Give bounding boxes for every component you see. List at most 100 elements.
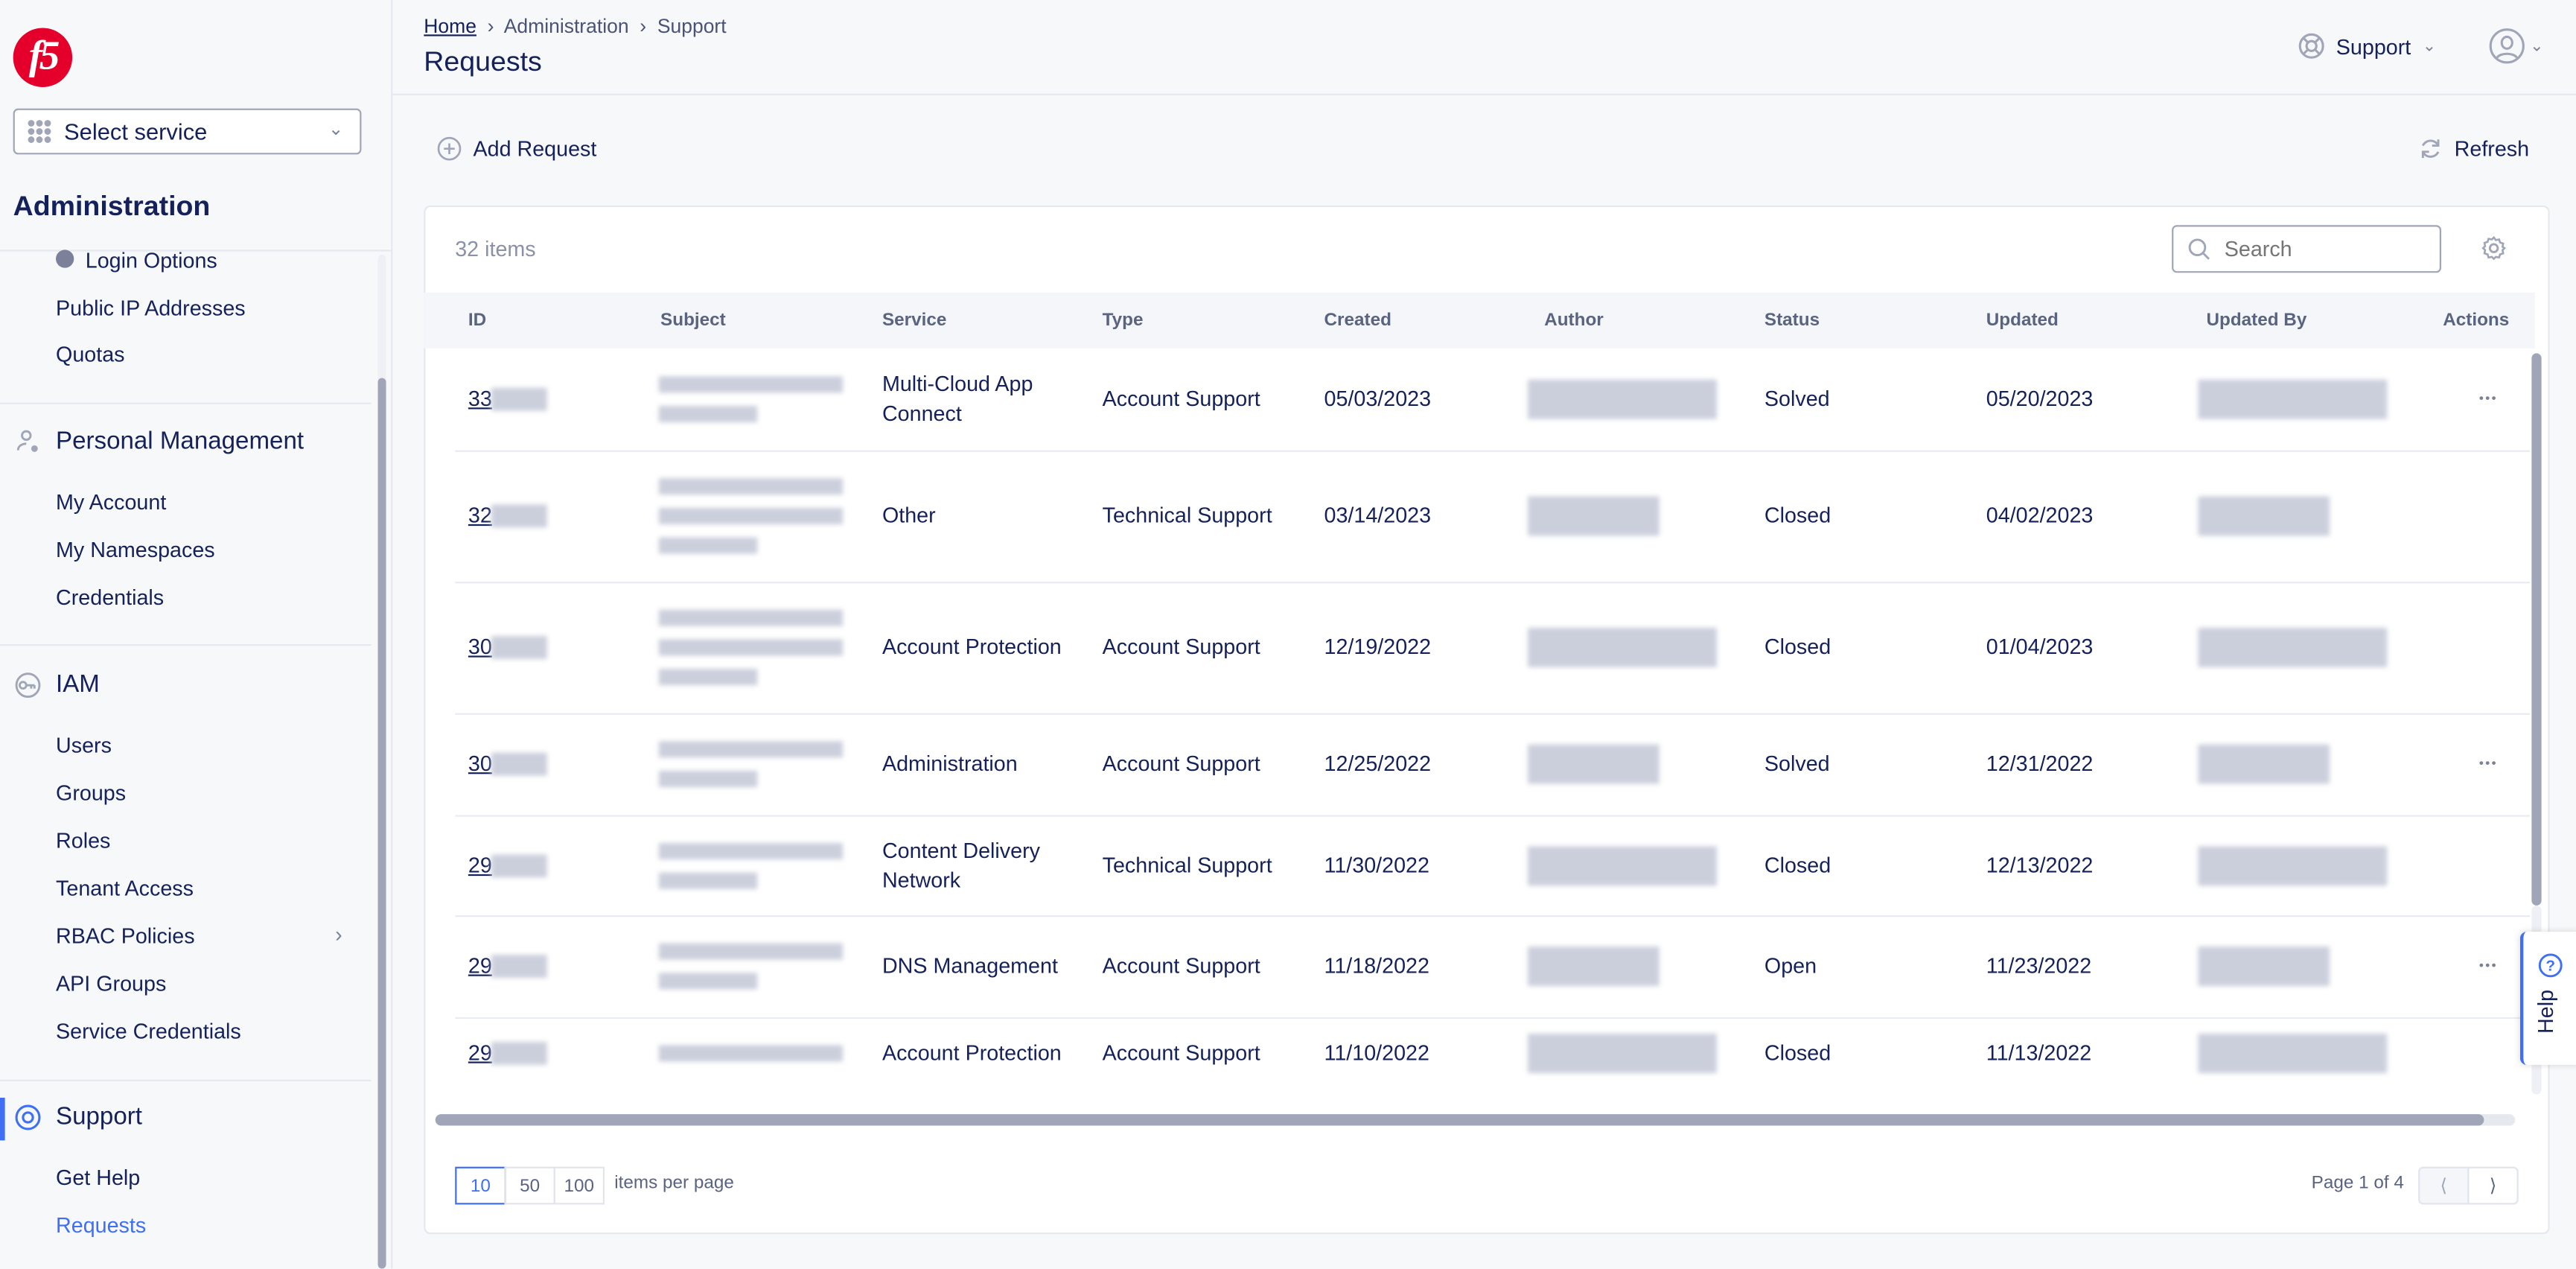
- sidebar-item-requests[interactable]: Requests: [56, 1212, 146, 1237]
- redacted-id: [491, 504, 547, 528]
- created-cell: 11/30/2022: [1324, 852, 1429, 877]
- sidebar-item-my-account[interactable]: My Account: [56, 490, 166, 515]
- page-size-50[interactable]: 50: [504, 1166, 555, 1205]
- prev-page-button[interactable]: ⟨: [2418, 1166, 2470, 1205]
- redacted-id: [491, 387, 547, 411]
- sidebar-item-quotas[interactable]: Quotas: [56, 342, 125, 366]
- request-id-link[interactable]: 33: [468, 384, 492, 414]
- sidebar-item-roles[interactable]: Roles: [56, 828, 110, 853]
- status-cell: Open: [1764, 952, 1817, 978]
- user-gear-icon: [15, 429, 41, 455]
- sidebar-item-get-help[interactable]: Get Help: [56, 1165, 140, 1189]
- sidebar-item-api-groups[interactable]: API Groups: [56, 971, 166, 996]
- created-cell: 11/18/2022: [1324, 952, 1429, 978]
- row-divider: [455, 713, 2531, 715]
- sidebar-item-rbac-policies[interactable]: RBAC Policies: [56, 923, 195, 948]
- redacted-subject: [658, 609, 843, 626]
- service-cell: Account Protection: [881, 634, 1062, 659]
- request-id-link[interactable]: 29: [468, 1037, 492, 1067]
- column-header-status[interactable]: Status: [1764, 311, 1820, 330]
- search-input-wrapper[interactable]: [2172, 225, 2442, 273]
- page-size-10[interactable]: 10: [455, 1166, 506, 1205]
- search-input[interactable]: [2221, 235, 2425, 264]
- chevron-right-icon: ⟩: [2489, 1176, 2497, 1197]
- user-menu[interactable]: ⌄: [2489, 28, 2544, 65]
- page-indicator: Page 1 of 4: [2311, 1173, 2404, 1193]
- request-id-link[interactable]: 30: [468, 633, 492, 663]
- add-request-button[interactable]: Add Request: [437, 136, 596, 161]
- f5-logo[interactable]: f5: [13, 28, 73, 87]
- redacted-updated-by: [2198, 845, 2388, 885]
- sidebar-section-support[interactable]: Support: [56, 1103, 142, 1131]
- sidebar-item-groups[interactable]: Groups: [56, 780, 126, 805]
- redacted-subject: [658, 478, 843, 495]
- column-header-id[interactable]: ID: [468, 311, 486, 330]
- table-vertical-scrollbar[interactable]: [2531, 353, 2542, 906]
- lock-icon: [56, 249, 74, 268]
- column-header-author[interactable]: Author: [1544, 311, 1604, 330]
- redacted-author: [1528, 845, 1717, 885]
- refresh-button[interactable]: Refresh: [2418, 136, 2529, 161]
- created-cell: 03/14/2023: [1324, 503, 1432, 528]
- redacted-updated-by: [2198, 1032, 2388, 1072]
- column-header-updated-by[interactable]: Updated By: [2206, 311, 2306, 330]
- sidebar-item-tenant-access[interactable]: Tenant Access: [56, 876, 194, 900]
- column-header-updated[interactable]: Updated: [1986, 311, 2059, 330]
- column-header-subject[interactable]: Subject: [660, 311, 726, 330]
- plus-circle-icon: [437, 136, 462, 161]
- column-header-actions[interactable]: Actions: [2443, 311, 2509, 330]
- created-cell: 12/25/2022: [1324, 751, 1432, 776]
- table-horizontal-scrollbar[interactable]: [435, 1114, 2484, 1126]
- redacted-subject: [658, 1044, 843, 1061]
- sidebar-item-my-namespaces[interactable]: My Namespaces: [56, 538, 215, 562]
- help-tab[interactable]: ? Help: [2519, 932, 2576, 1065]
- updated-cell: 01/04/2023: [1986, 634, 2094, 659]
- support-menu-label: Support: [2336, 34, 2411, 59]
- redacted-id: [491, 1040, 547, 1064]
- redacted-updated-by: [2198, 947, 2330, 986]
- sidebar-section-iam[interactable]: IAM: [56, 670, 100, 699]
- more-actions-icon[interactable]: •••: [2479, 391, 2498, 406]
- refresh-icon: [2421, 139, 2440, 159]
- column-header-type[interactable]: Type: [1103, 311, 1144, 330]
- request-id-link[interactable]: 29: [468, 952, 492, 982]
- column-header-created[interactable]: Created: [1324, 311, 1391, 330]
- redacted-author: [1528, 379, 1717, 419]
- sidebar-item-public-ip-addresses[interactable]: Public IP Addresses: [56, 296, 246, 320]
- gear-icon[interactable]: [2481, 235, 2507, 261]
- more-actions-icon[interactable]: •••: [2479, 756, 2498, 771]
- sidebar-item-login-options[interactable]: Login Options: [86, 248, 217, 273]
- column-header-service[interactable]: Service: [882, 311, 946, 330]
- page-size-100[interactable]: 100: [553, 1166, 605, 1205]
- lifebuoy-icon: [2298, 33, 2324, 59]
- help-label: Help: [2533, 989, 2558, 1034]
- next-page-button[interactable]: ⟩: [2467, 1166, 2519, 1205]
- redacted-subject: [658, 639, 843, 656]
- sidebar-item-service-credentials[interactable]: Service Credentials: [56, 1019, 241, 1043]
- redacted-author: [1528, 496, 1660, 536]
- sidebar: f5 Select service ⌄ Administration Login…: [0, 0, 393, 1269]
- service-cell: DNS Management: [881, 952, 1058, 978]
- sidebar-section-personal[interactable]: Personal Management: [56, 427, 304, 456]
- type-cell: Technical Support: [1102, 852, 1272, 877]
- items-per-page-label: items per page: [614, 1173, 734, 1193]
- add-request-label: Add Request: [473, 136, 597, 162]
- breadcrumb-home[interactable]: Home: [424, 15, 476, 38]
- redacted-id: [491, 635, 547, 659]
- select-service-dropdown[interactable]: Select service ⌄: [13, 108, 362, 155]
- request-id-link[interactable]: 29: [468, 850, 492, 880]
- support-menu[interactable]: Support ⌄: [2298, 33, 2436, 59]
- request-id-link[interactable]: 30: [468, 749, 492, 779]
- sidebar-item-users[interactable]: Users: [56, 733, 112, 757]
- sidebar-item-credentials[interactable]: Credentials: [56, 585, 164, 610]
- row-divider: [455, 1017, 2531, 1020]
- more-actions-icon[interactable]: •••: [2479, 958, 2498, 973]
- item-count: 32 items: [455, 236, 536, 261]
- lifebuoy-icon: [15, 1104, 41, 1130]
- sidebar-scrollbar-thumb[interactable]: [377, 378, 386, 1269]
- service-cell: Other: [881, 503, 936, 528]
- divider: [0, 643, 372, 646]
- chevron-down-icon: ⌄: [2530, 36, 2544, 55]
- redacted-subject: [658, 537, 758, 554]
- request-id-link[interactable]: 32: [468, 501, 492, 531]
